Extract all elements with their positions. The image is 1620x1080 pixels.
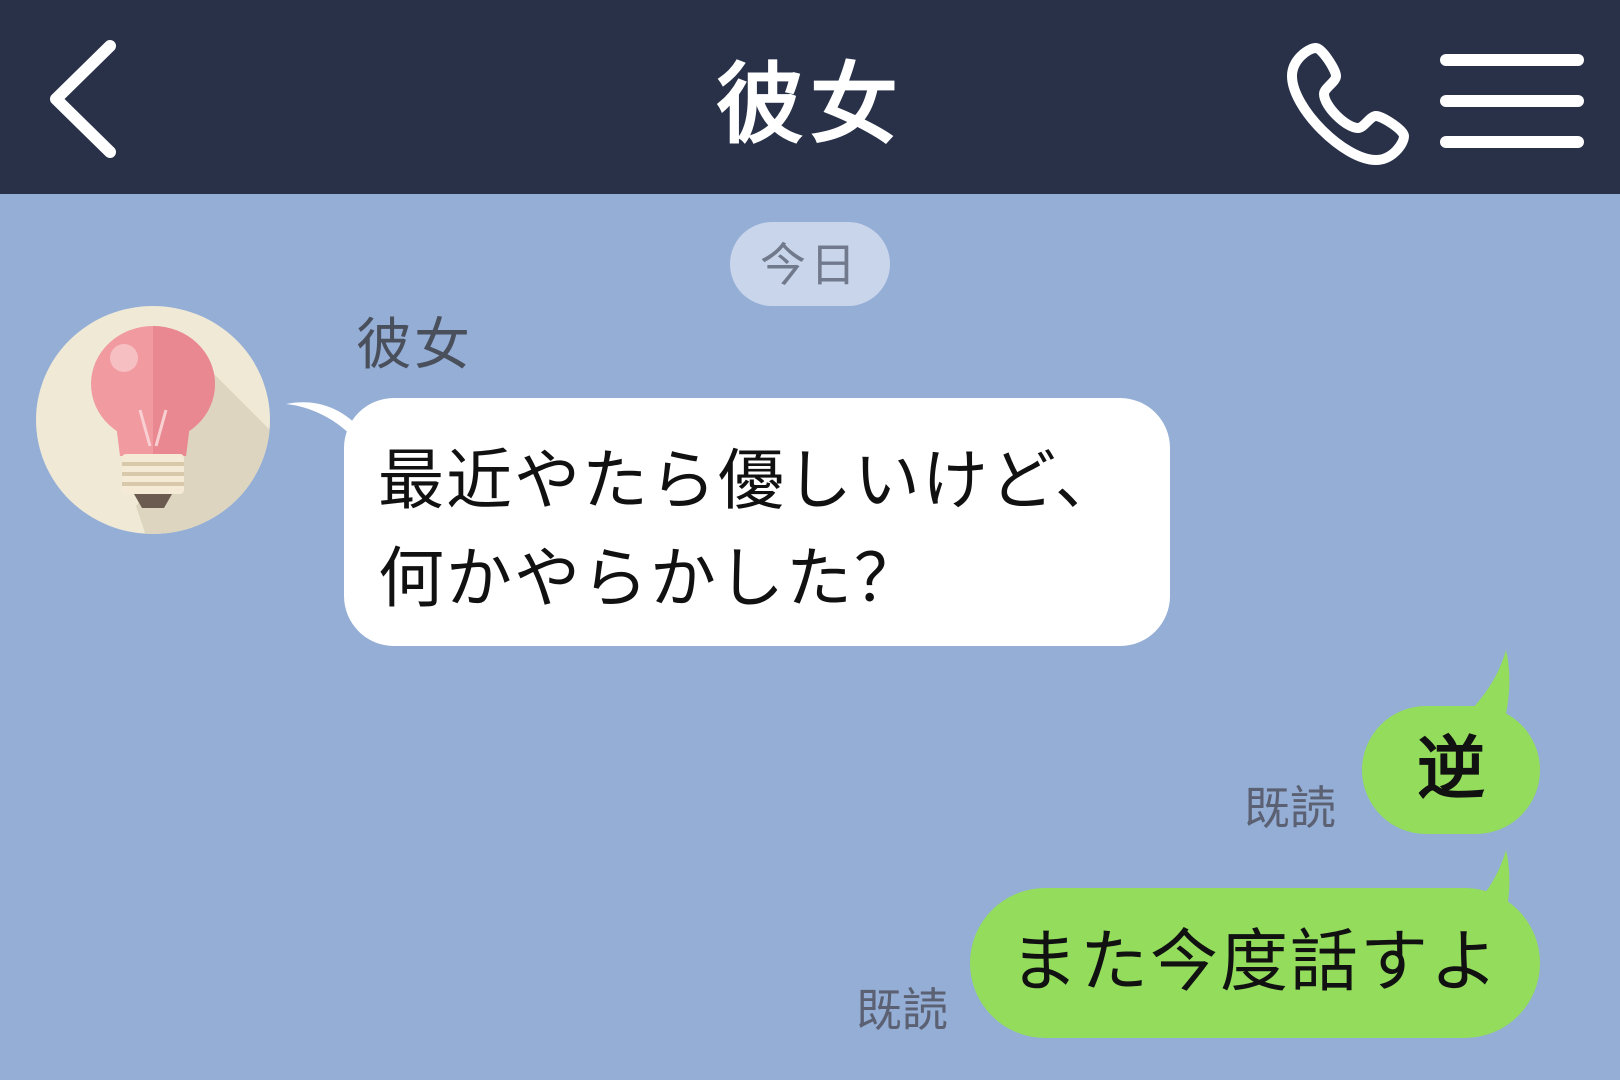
date-separator: 今日 [730, 222, 890, 306]
read-receipt: 既読 [1244, 781, 1336, 835]
outgoing-message-text: また今度話すよ [1009, 923, 1500, 1002]
call-button[interactable] [1284, 38, 1414, 168]
outgoing-message-text: 逆 [1416, 730, 1485, 809]
avatar[interactable] [36, 306, 270, 534]
phone-icon [1287, 43, 1409, 165]
incoming-message-text: 最近やたら優しいけど、 何かやらかした？ [378, 432, 1158, 628]
read-receipt: 既読 [856, 983, 948, 1037]
incoming-message-line: 何かやらかした？ [378, 540, 922, 617]
chat-header: 彼女 [0, 0, 1620, 194]
menu-button[interactable] [1438, 46, 1586, 156]
light-bulb-icon [36, 306, 270, 534]
incoming-message-line: 最近やたら優しいけど、 [378, 442, 1123, 519]
hamburger-menu-icon [1440, 54, 1584, 148]
sender-name: 彼女 [356, 313, 472, 378]
